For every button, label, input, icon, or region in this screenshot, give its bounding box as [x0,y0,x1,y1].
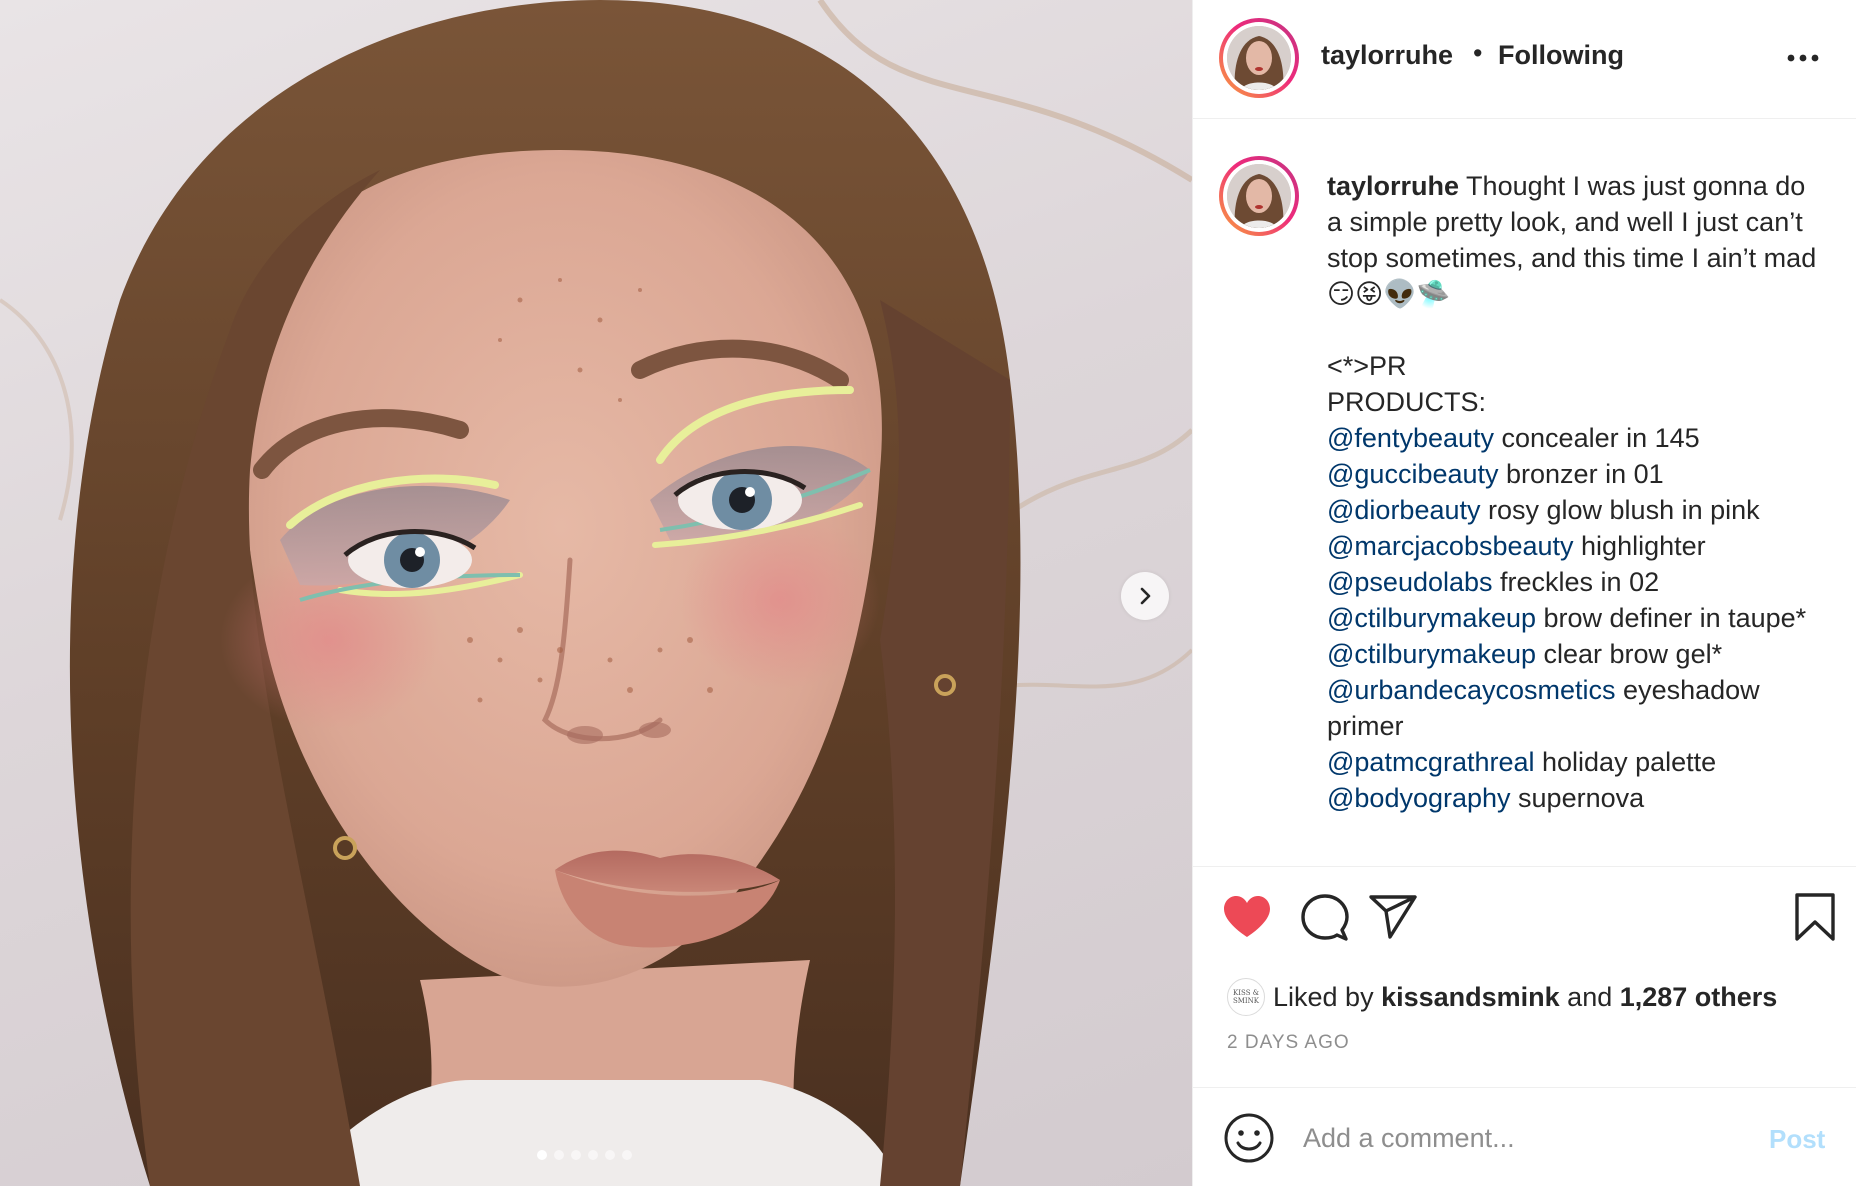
carousel-dot [622,1150,632,1160]
product-description: clear brow gel* [1536,639,1723,669]
caption-pr-line: <*>PR [1327,351,1407,381]
liker-username[interactable]: kissandsmink [1381,982,1560,1012]
following-button[interactable]: Following [1498,40,1624,71]
post-comment-button[interactable]: Post [1769,1124,1825,1155]
next-slide-button[interactable] [1121,572,1169,620]
product-description: bronzer in 01 [1498,459,1664,489]
carousel-dot [554,1150,564,1160]
carousel-dot [588,1150,598,1160]
likes-summary: KISS & SMINK Liked by kissandsmink and 1… [1227,977,1777,1017]
comments-section[interactable]: taylorruhe Thought I was just gonna do a… [1193,120,1856,865]
heart-filled-icon [1224,896,1270,937]
product-mention[interactable]: @guccibeauty [1327,459,1499,489]
product-description: brow definer in taupe* [1536,603,1807,633]
likes-and: and [1559,981,1620,1012]
caption-author-avatar[interactable] [1219,156,1299,236]
carousel-dot [537,1150,547,1160]
more-options-button[interactable] [1781,36,1825,80]
emoji-picker-button[interactable] [1223,1112,1275,1164]
product-description: freckles in 02 [1492,567,1660,597]
product-description: supernova [1510,783,1645,813]
likes-prefix: Liked by [1273,981,1382,1012]
post-actions-bar [1193,866,1856,966]
author-avatar[interactable] [1219,18,1299,98]
comment-button[interactable] [1297,889,1353,945]
comment-bubble-icon [1301,894,1349,941]
product-description: concealer in 145 [1494,423,1700,453]
carousel-dot [571,1150,581,1160]
smiley-icon [1224,1113,1274,1163]
avatar-photo [1227,26,1291,90]
chevron-right-icon [1140,587,1151,605]
carousel-indicator [537,1150,632,1160]
liker-avatar[interactable]: KISS & SMINK [1227,978,1265,1016]
product-mention[interactable]: @bodyography [1327,783,1511,813]
portrait-image [0,0,1192,1186]
post-photo[interactable] [0,0,1192,1186]
product-mention[interactable]: @ctilburymakeup [1327,603,1536,633]
share-button[interactable] [1365,889,1421,945]
author-username[interactable]: taylorruhe [1321,40,1453,71]
avatar-photo [1227,164,1291,228]
like-button[interactable] [1219,889,1275,945]
product-mention[interactable]: @urbandecaycosmetics [1327,675,1616,705]
product-mention[interactable]: @diorbeauty [1327,495,1481,525]
product-description: highlighter [1573,531,1706,561]
caption-username[interactable]: taylorruhe [1327,171,1459,201]
paper-plane-icon [1369,895,1417,939]
comment-input[interactable] [1303,1114,1743,1162]
save-button[interactable] [1787,889,1843,945]
post-caption: taylorruhe Thought I was just gonna do a… [1327,168,1827,816]
product-mention[interactable]: @ctilburymakeup [1327,639,1536,669]
product-mention[interactable]: @marcjacobsbeauty [1327,531,1574,561]
product-mention[interactable]: @fentybeauty [1327,423,1494,453]
likes-text: Liked by kissandsmink and 1,287 others [1273,982,1777,1013]
more-horizontal-icon [1787,54,1819,62]
product-description: holiday palette [1534,747,1717,777]
post-details-panel: taylorruhe • Following taylorruhe Though… [1192,0,1856,1186]
bookmark-icon [1795,893,1835,941]
product-mention[interactable]: @patmcgrathreal [1327,747,1535,777]
header-separator: • [1473,38,1483,68]
caption-products-heading: PRODUCTS: [1327,387,1487,417]
add-comment-form: Post [1193,1087,1856,1186]
post-header: taylorruhe • Following [1193,0,1856,119]
carousel-dot [605,1150,615,1160]
product-mention[interactable]: @pseudolabs [1327,567,1493,597]
post-timestamp[interactable]: 2 DAYS AGO [1227,1032,1350,1054]
likes-count-link[interactable]: 1,287 others [1620,982,1778,1012]
product-description: rosy glow blush in pink [1480,495,1760,525]
